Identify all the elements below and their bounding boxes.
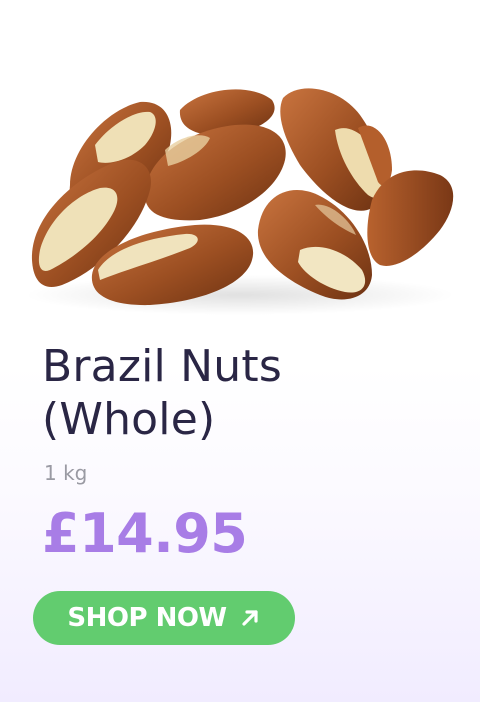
product-card[interactable]: Brazil Nuts (Whole) 1 kg £14.95 SHOP NOW	[0, 0, 480, 702]
arrow-up-right-icon	[239, 607, 261, 629]
product-title: Brazil Nuts (Whole)	[42, 341, 282, 445]
product-weight: 1 kg	[44, 461, 88, 485]
product-price: £14.95	[42, 502, 248, 565]
product-image	[0, 70, 480, 320]
shop-now-label: SHOP NOW	[67, 603, 227, 633]
brazil-nuts-image	[25, 88, 455, 315]
shop-now-button[interactable]: SHOP NOW	[33, 591, 295, 645]
